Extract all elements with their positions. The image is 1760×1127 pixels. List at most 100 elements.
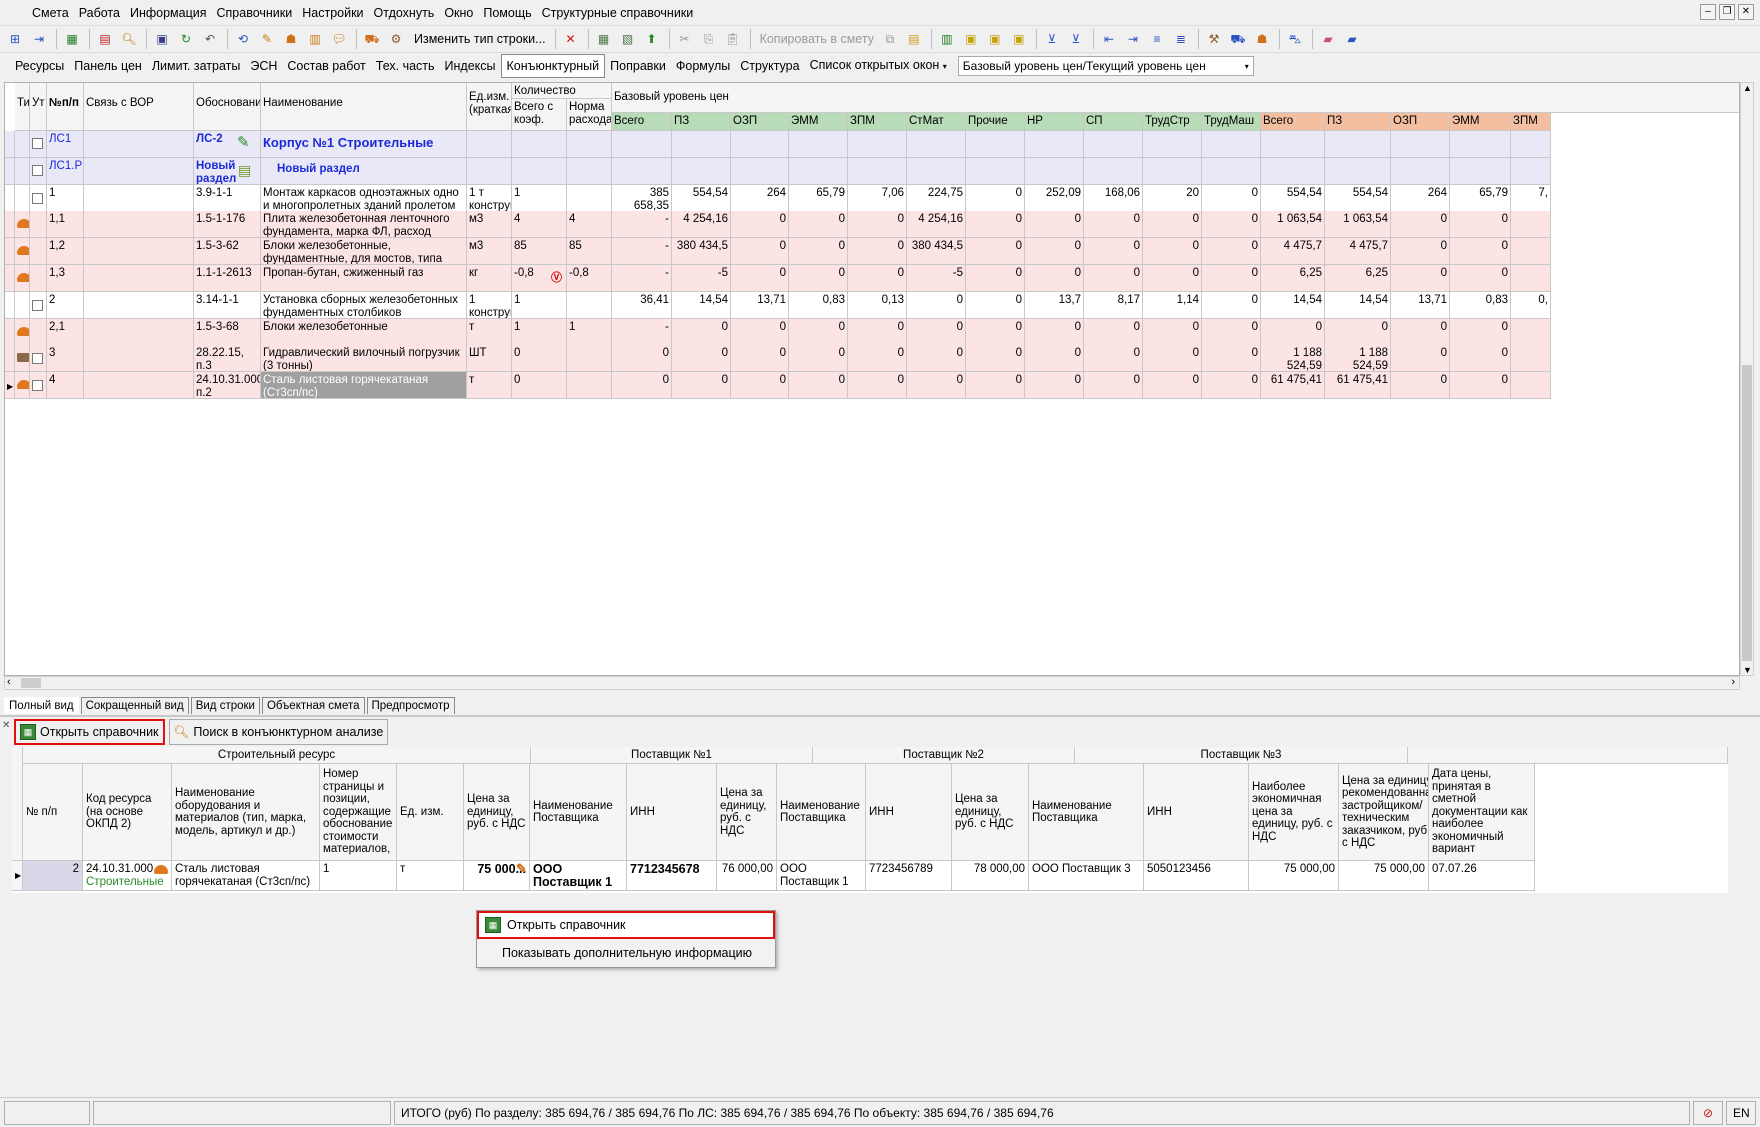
- row-price-cell[interactable]: -: [612, 238, 672, 265]
- col-header-unit[interactable]: Ед.изм. (краткая: [467, 83, 512, 131]
- row-price-cell[interactable]: 0: [1202, 185, 1261, 212]
- row-price-cell[interactable]: 0: [789, 211, 848, 238]
- row-unit[interactable]: 1 т конструк: [467, 185, 512, 212]
- insert-row-icon[interactable]: ⇥: [28, 29, 50, 49]
- row-unit[interactable]: м3: [467, 238, 512, 265]
- row-qty[interactable]: 1: [512, 292, 567, 319]
- row-name[interactable]: Монтаж каркасов одноэтажных одно и много…: [261, 185, 467, 212]
- row-norm[interactable]: 4: [567, 211, 612, 238]
- tb-market[interactable]: Конъюнктурный: [500, 54, 606, 78]
- pr2-icon[interactable]: ▣: [1008, 29, 1030, 49]
- row-price-cell[interactable]: 0: [966, 372, 1025, 399]
- scrollbar-thumb[interactable]: [21, 678, 41, 688]
- row-checkbox[interactable]: [30, 319, 47, 346]
- books-icon[interactable]: ▰: [1341, 29, 1363, 49]
- row-price-cell[interactable]: 0: [731, 319, 789, 346]
- row-price-cell[interactable]: 168,06: [1084, 185, 1143, 212]
- row-price-cell[interactable]: 0: [1391, 265, 1450, 292]
- row-price-cell[interactable]: [1511, 238, 1551, 265]
- supplier-col-header-0[interactable]: № п/п: [23, 764, 83, 861]
- row-price-cell[interactable]: 0: [1202, 265, 1261, 292]
- row-price-cell[interactable]: 13,71: [1391, 292, 1450, 319]
- row-price-cell[interactable]: -: [612, 319, 672, 346]
- supplier-col-header-15[interactable]: Цена за единицу, рекомендованная застрой…: [1339, 764, 1429, 861]
- row-name[interactable]: Гидравлический вилочный погрузчик (3 тон…: [261, 345, 467, 372]
- row-price-cell[interactable]: 0: [848, 319, 907, 346]
- supplier-col-header-13[interactable]: ИНН: [1144, 764, 1249, 861]
- row-price-cell[interactable]: 0: [731, 211, 789, 238]
- col-header-ut[interactable]: Ут: [30, 83, 47, 131]
- col-header-green-1[interactable]: ПЗ: [672, 113, 731, 131]
- align2-icon[interactable]: ≣: [1170, 29, 1192, 49]
- row-checkbox[interactable]: [30, 345, 47, 372]
- row-price-cell[interactable]: 385 658,35: [612, 185, 672, 212]
- restore-icon[interactable]: ❐: [1719, 4, 1735, 20]
- row-qty[interactable]: 85: [512, 238, 567, 265]
- row-price-cell[interactable]: 1,14: [1143, 292, 1202, 319]
- row-price-cell[interactable]: 0,13: [848, 292, 907, 319]
- supplier-col-header-9[interactable]: Наименование Поставщика: [777, 764, 866, 861]
- row-price-cell[interactable]: 0: [1025, 372, 1084, 399]
- row-price-cell[interactable]: -: [612, 265, 672, 292]
- menu-help[interactable]: Помощь: [478, 0, 536, 26]
- machine-icon[interactable]: ⚙: [385, 29, 407, 49]
- row-price-cell[interactable]: [1511, 265, 1551, 292]
- row-price-cell[interactable]: 0: [907, 319, 966, 346]
- row-price-cell[interactable]: [1511, 372, 1551, 399]
- supplier-col-header-8[interactable]: Цена за единицу, руб. с НДС: [717, 764, 777, 861]
- paste-icon[interactable]: 📋︎: [722, 29, 744, 49]
- col-header-qty-norm[interactable]: Норма расхода: [567, 99, 612, 131]
- row-checkbox[interactable]: [30, 265, 47, 292]
- row-price-cell[interactable]: [1511, 211, 1551, 238]
- vertical-scrollbar[interactable]: ▲ ▼: [1740, 82, 1754, 676]
- row-price-cell[interactable]: 0: [1143, 319, 1202, 346]
- row-price-cell[interactable]: 65,79: [1450, 185, 1511, 212]
- menu-info[interactable]: Информация: [125, 0, 212, 26]
- row-price-cell[interactable]: 0: [731, 372, 789, 399]
- copy-doc-icon[interactable]: ⧉: [879, 29, 901, 49]
- row-num[interactable]: 1,3: [47, 265, 84, 292]
- add-row-icon[interactable]: ⊞: [4, 29, 26, 49]
- supplier-col-header-5[interactable]: Цена за единицу, руб. с НДС: [464, 764, 530, 861]
- row-unit[interactable]: 1 конструк: [467, 292, 512, 319]
- col-header-peach-3[interactable]: ЭММ: [1450, 113, 1511, 131]
- row-name[interactable]: Установка сборных железобетонных фундаме…: [261, 292, 467, 319]
- row-price-cell[interactable]: 0: [1025, 211, 1084, 238]
- pb-icon[interactable]: ▣: [984, 29, 1006, 49]
- checkbox[interactable]: [32, 300, 43, 311]
- supplier-cell-recommended[interactable]: 75 000,00: [1339, 861, 1429, 891]
- row-checkbox[interactable]: [30, 292, 47, 319]
- document-icon[interactable]: ▤: [238, 162, 251, 179]
- row-price-cell[interactable]: 0: [1084, 319, 1143, 346]
- row-price-cell[interactable]: 0: [672, 319, 731, 346]
- row-price-cell[interactable]: 0: [1391, 345, 1450, 372]
- undo-icon[interactable]: ↶: [199, 29, 221, 49]
- row-price-cell[interactable]: 7,: [1511, 185, 1551, 212]
- row-name[interactable]: Блоки железобетонные, фундаментные, для …: [261, 238, 467, 265]
- row-num[interactable]: 1,1: [47, 211, 84, 238]
- row-price-cell[interactable]: 264: [731, 185, 789, 212]
- row-price-cell[interactable]: 0: [1391, 238, 1450, 265]
- supplier-col-header-1[interactable]: Код ресурса (на основе ОКПД 2): [83, 764, 172, 861]
- supplier-cell-p3-price[interactable]: 78 000,00: [952, 861, 1029, 891]
- tb-esn[interactable]: ЭСН: [245, 55, 282, 77]
- row-price-cell[interactable]: 0: [1450, 238, 1511, 265]
- row-price-cell[interactable]: 0: [1450, 265, 1511, 292]
- col-header-green-2[interactable]: ОЗП: [731, 113, 789, 131]
- close-icon[interactable]: ✕: [1738, 4, 1754, 20]
- section-num[interactable]: ЛС1: [47, 131, 84, 158]
- section-name[interactable]: Новый раздел: [261, 158, 467, 185]
- row-price-cell[interactable]: 0: [1143, 211, 1202, 238]
- row-price-cell[interactable]: 14,54: [672, 292, 731, 319]
- col-header-green-10[interactable]: ТрудМаш: [1202, 113, 1261, 131]
- tab-full-view[interactable]: Полный вид: [4, 697, 79, 714]
- filter-icon[interactable]: ⊻: [1041, 29, 1063, 49]
- row-price-cell[interactable]: 13,71: [731, 292, 789, 319]
- menu-window[interactable]: Окно: [439, 0, 478, 26]
- menu-smeta[interactable]: Смета: [27, 0, 74, 26]
- row-price-cell[interactable]: 0: [1325, 319, 1391, 346]
- tab-object-estimate[interactable]: Объектная смета: [261, 697, 365, 714]
- row-price-cell[interactable]: 4 254,16: [672, 211, 731, 238]
- section-basis[interactable]: ЛС-2: [194, 131, 261, 158]
- row-price-cell[interactable]: 4 475,7: [1325, 238, 1391, 265]
